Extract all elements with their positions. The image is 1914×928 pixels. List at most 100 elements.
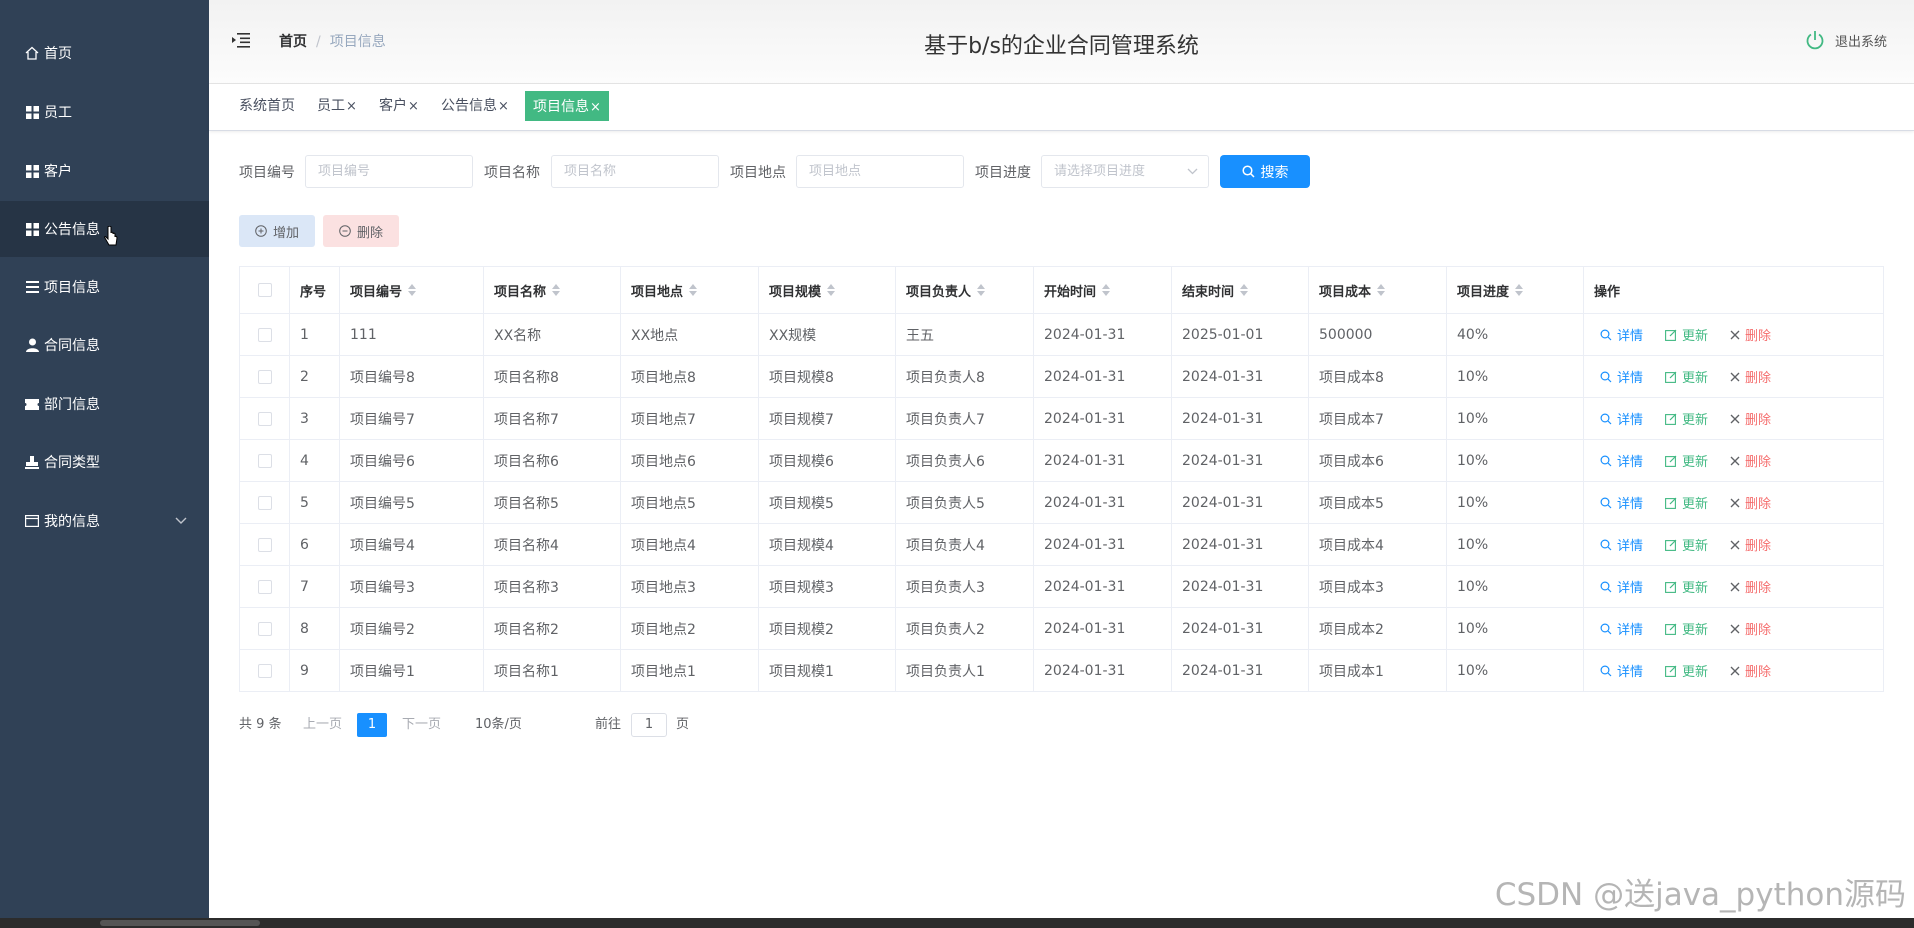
- sidebar-item-contract[interactable]: 合同信息: [0, 317, 209, 373]
- update-button[interactable]: 更新: [1665, 367, 1708, 386]
- column-header[interactable]: 项目负责人: [896, 267, 1034, 313]
- row-checkbox[interactable]: [257, 327, 272, 342]
- update-button[interactable]: 更新: [1665, 451, 1708, 470]
- sidebar-item-home[interactable]: 首页: [0, 25, 209, 81]
- row-checkbox[interactable]: [257, 411, 272, 426]
- batch-delete-button[interactable]: 删除: [323, 215, 399, 247]
- row-checkbox[interactable]: [257, 579, 272, 594]
- sort-icon[interactable]: [977, 284, 986, 296]
- tag-home[interactable]: 系统首页: [235, 91, 299, 121]
- next-page-button[interactable]: 下一页: [402, 712, 441, 738]
- page-size-select[interactable]: 10条/页 ⌄: [475, 712, 522, 738]
- sidebar-item-staff[interactable]: 员工: [0, 84, 209, 140]
- tag-customer[interactable]: 客户×: [375, 91, 423, 121]
- sort-icon[interactable]: [689, 284, 698, 296]
- sidebar-item-label: 员工: [44, 105, 72, 121]
- search-label-name: 项目名称: [484, 165, 540, 181]
- scrollbar-thumb[interactable]: [100, 920, 260, 926]
- delete-button[interactable]: 删除: [1730, 577, 1771, 596]
- search-button[interactable]: 搜索: [1220, 155, 1310, 188]
- close-icon[interactable]: ×: [408, 99, 419, 114]
- update-button[interactable]: 更新: [1665, 535, 1708, 554]
- sidebar-item-customer[interactable]: 客户: [0, 143, 209, 199]
- select-placeholder: 请选择项目进度: [1054, 164, 1146, 179]
- delete-button[interactable]: 删除: [1730, 367, 1771, 386]
- sort-icon[interactable]: [1102, 284, 1111, 296]
- row-checkbox[interactable]: [257, 453, 272, 468]
- detail-button[interactable]: 详情: [1600, 367, 1643, 386]
- project-progress-select[interactable]: 请选择项目进度: [1041, 155, 1209, 188]
- detail-button[interactable]: 详情: [1600, 619, 1643, 638]
- sort-icon[interactable]: [827, 284, 836, 296]
- column-header[interactable]: 项目地点: [621, 267, 759, 313]
- chevron-down-icon[interactable]: [175, 513, 187, 529]
- sidebar-item-my-info[interactable]: 我的信息: [0, 493, 209, 549]
- delete-button[interactable]: 删除: [1730, 325, 1771, 344]
- column-header[interactable]: 项目编号: [340, 267, 484, 313]
- update-button[interactable]: 更新: [1665, 493, 1708, 512]
- delete-button[interactable]: 删除: [1730, 535, 1771, 554]
- column-header-label: 项目名称: [494, 284, 547, 300]
- table-cell-text: 项目规模6: [769, 453, 834, 470]
- update-button[interactable]: 更新: [1665, 409, 1708, 428]
- close-icon[interactable]: ×: [346, 99, 357, 114]
- delete-button[interactable]: 删除: [1730, 409, 1771, 428]
- detail-button[interactable]: 详情: [1600, 451, 1643, 470]
- sort-icon[interactable]: [1515, 284, 1524, 296]
- delete-button[interactable]: 删除: [1730, 493, 1771, 512]
- sort-icon[interactable]: [1377, 284, 1386, 296]
- logout-button[interactable]: 退出系统: [1805, 30, 1887, 50]
- delete-button[interactable]: 删除: [1730, 619, 1771, 638]
- detail-button[interactable]: 详情: [1600, 535, 1643, 554]
- goto-page-input[interactable]: 1: [631, 713, 667, 737]
- column-header[interactable]: 项目名称: [484, 267, 621, 313]
- detail-button[interactable]: 详情: [1600, 661, 1643, 680]
- project-code-input[interactable]: 项目编号: [305, 155, 473, 188]
- project-name-input[interactable]: 项目名称: [551, 155, 719, 188]
- project-location-input[interactable]: 项目地点: [796, 155, 964, 188]
- detail-button[interactable]: 详情: [1600, 325, 1643, 344]
- detail-button[interactable]: 详情: [1600, 577, 1643, 596]
- column-header[interactable]: 开始时间: [1034, 267, 1172, 313]
- add-button[interactable]: 增加: [239, 215, 315, 247]
- sort-icon[interactable]: [408, 284, 417, 296]
- select-all-checkbox[interactable]: [257, 283, 272, 297]
- column-header[interactable]: 结束时间: [1172, 267, 1309, 313]
- horizontal-scrollbar[interactable]: [0, 918, 1914, 928]
- sort-icon[interactable]: [552, 284, 561, 296]
- tag-notice[interactable]: 公告信息×: [437, 91, 513, 121]
- table-cell-text: 项目编号5: [350, 495, 415, 512]
- sidebar-item-project[interactable]: 项目信息: [0, 259, 209, 315]
- row-checkbox[interactable]: [257, 369, 272, 384]
- sidebar-item-department[interactable]: 部门信息: [0, 376, 209, 432]
- tag-staff[interactable]: 员工×: [313, 91, 361, 121]
- row-checkbox[interactable]: [257, 621, 272, 636]
- table-cell: 项目负责人6: [896, 440, 1034, 481]
- update-button[interactable]: 更新: [1665, 325, 1708, 344]
- sort-icon[interactable]: [1240, 284, 1249, 296]
- detail-button[interactable]: 详情: [1600, 409, 1643, 428]
- delete-button[interactable]: 删除: [1730, 661, 1771, 680]
- column-header[interactable]: 项目成本: [1309, 267, 1447, 313]
- table-cell: 项目规模7: [759, 398, 896, 439]
- page-number-current[interactable]: 1: [357, 713, 387, 737]
- row-checkbox[interactable]: [257, 537, 272, 552]
- delete-button[interactable]: 删除: [1730, 451, 1771, 470]
- column-header[interactable]: 项目规模: [759, 267, 896, 313]
- tag-project[interactable]: 项目信息×: [525, 91, 609, 121]
- table-cell-text: 项目成本5: [1319, 495, 1384, 512]
- update-button[interactable]: 更新: [1665, 577, 1708, 596]
- prev-page-button[interactable]: 上一页: [303, 712, 342, 738]
- close-icon[interactable]: ×: [590, 100, 601, 115]
- row-checkbox[interactable]: [257, 663, 272, 678]
- update-button[interactable]: 更新: [1665, 661, 1708, 680]
- sidebar-item-contract-type[interactable]: 合同类型: [0, 434, 209, 490]
- close-icon[interactable]: ×: [498, 99, 509, 114]
- table-cell-text: 项目负责人2: [906, 621, 985, 638]
- column-header[interactable]: 项目进度: [1447, 267, 1584, 313]
- close-icon: [1730, 456, 1740, 465]
- detail-button[interactable]: 详情: [1600, 493, 1643, 512]
- table-row: 6 项目编号4 项目名称4 项目地点4 项目规模4 项目负责人4 2024-01-31 202…: [240, 524, 1883, 566]
- row-checkbox[interactable]: [257, 495, 272, 510]
- update-button[interactable]: 更新: [1665, 619, 1708, 638]
